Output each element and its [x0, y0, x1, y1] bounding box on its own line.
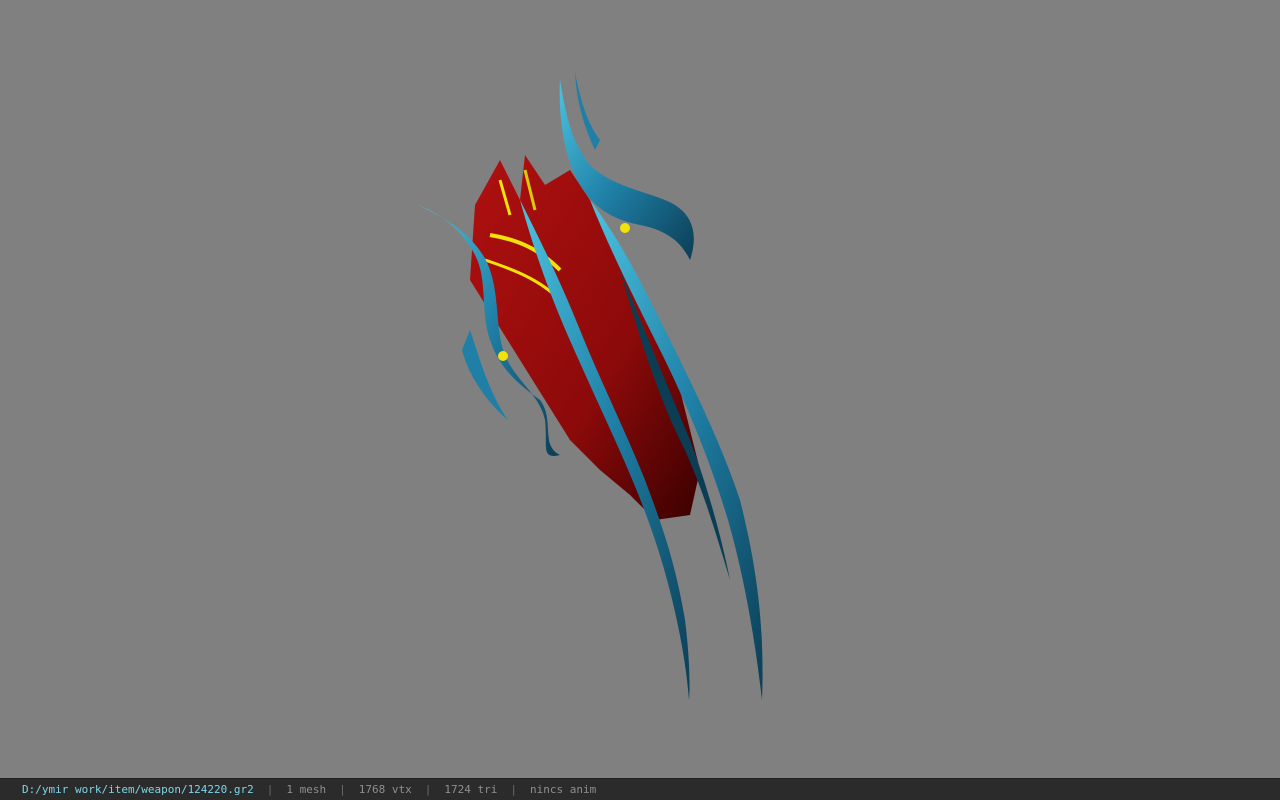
file-path: D:/ymir work/item/weapon/124220.gr2	[22, 783, 254, 796]
mesh-count: 1 mesh	[286, 783, 327, 796]
separator: |	[424, 783, 432, 796]
emblem-2	[498, 351, 508, 361]
3d-viewport[interactable]	[0, 0, 1280, 778]
vertex-count: 1768 vtx	[358, 783, 412, 796]
triangle-count: 1724 tri	[444, 783, 498, 796]
weapon-model	[418, 72, 763, 700]
separator: |	[510, 783, 518, 796]
separator: |	[266, 783, 274, 796]
emblem-1	[620, 223, 630, 233]
separator: |	[339, 783, 346, 796]
anim-status: nincs anim	[530, 783, 597, 796]
status-bar: D:/ymir work/item/weapon/124220.gr2 | 1 me…	[0, 778, 1280, 800]
